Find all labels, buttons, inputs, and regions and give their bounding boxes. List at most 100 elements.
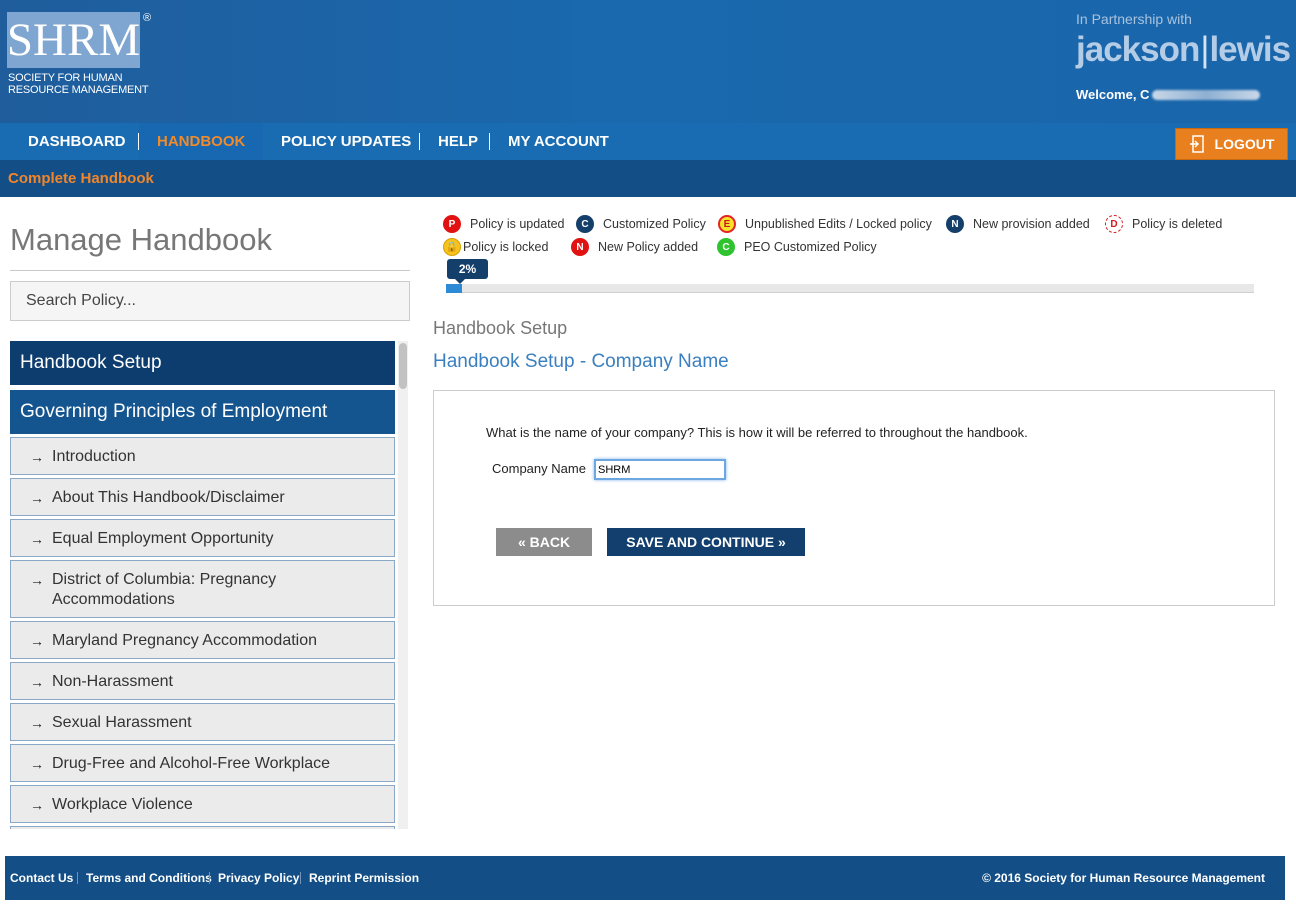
legend-label: PEO Customized Policy bbox=[744, 240, 877, 254]
legend-label: Unpublished Edits / Locked policy bbox=[745, 217, 932, 231]
subnav-complete-handbook[interactable]: Complete Handbook bbox=[8, 160, 154, 198]
arrow-right-icon: → bbox=[30, 797, 44, 813]
logo-subtitle-line-2: RESOURCE MANAGEMENT bbox=[8, 84, 149, 96]
nav-help[interactable]: HELP bbox=[438, 123, 478, 160]
logo-subtitle: SOCIETY FOR HUMAN RESOURCE MANAGEMENT bbox=[8, 72, 149, 96]
partner-logo-part-2: lewis bbox=[1209, 30, 1291, 69]
policy-item-about-handbook[interactable]: → About This Handbook/Disclaimer bbox=[10, 478, 395, 516]
policy-item-introduction[interactable]: → Introduction bbox=[10, 437, 395, 475]
footer-reprint[interactable]: Reprint Permission bbox=[309, 856, 419, 900]
redacted-username bbox=[1152, 89, 1261, 100]
lock-icon: 🔒 bbox=[443, 238, 461, 256]
search-policy-input[interactable] bbox=[10, 281, 410, 321]
partner-logo-divider: | bbox=[1200, 30, 1209, 69]
nav-separator bbox=[419, 133, 420, 150]
policy-item-label: About This Handbook/Disclaimer bbox=[52, 489, 285, 506]
policy-item-label: Maryland Pregnancy Accommodation bbox=[52, 632, 318, 649]
company-name-label: Company Name bbox=[492, 461, 586, 476]
logo-mark: SHRM bbox=[7, 12, 140, 68]
welcome-text: Welcome, C bbox=[1076, 87, 1150, 102]
arrow-right-icon: → bbox=[30, 715, 44, 731]
partnership-text: In Partnership with bbox=[1076, 11, 1192, 27]
policy-item-md-pregnancy[interactable]: → Maryland Pregnancy Accommodation bbox=[10, 621, 395, 659]
arrow-right-icon: → bbox=[30, 674, 44, 690]
policy-item-sexual-harassment[interactable]: → Sexual Harassment bbox=[10, 703, 395, 741]
logo-subtitle-line-1: SOCIETY FOR HUMAN bbox=[8, 72, 123, 84]
progress-bar bbox=[446, 284, 1254, 293]
legend-policy-locked: 🔒 Policy is locked bbox=[443, 237, 548, 257]
nav-my-account[interactable]: MY ACCOUNT bbox=[508, 123, 609, 160]
arrow-right-icon: → bbox=[30, 490, 44, 506]
policy-item-eeo[interactable]: → Equal Employment Opportunity bbox=[10, 519, 395, 557]
legend-label: Policy is deleted bbox=[1132, 217, 1223, 231]
policy-item-partial[interactable] bbox=[10, 826, 395, 829]
partner-logo: jackson|lewis bbox=[1076, 30, 1291, 70]
legend-peo-customized: C PEO Customized Policy bbox=[717, 237, 877, 257]
footer-separator bbox=[209, 872, 210, 884]
legend-label: Policy is locked bbox=[463, 240, 549, 254]
section-governing-principles[interactable]: Governing Principles of Employment bbox=[10, 390, 395, 434]
section-handbook-setup[interactable]: Handbook Setup bbox=[10, 341, 395, 385]
shrm-logo[interactable]: SHRM ® SOCIETY FOR HUMAN RESOURCE MANAGE… bbox=[7, 12, 157, 112]
legend-policy-deleted: D Policy is deleted bbox=[1105, 214, 1222, 234]
copyright-text: © 2016 Society for Human Resource Manage… bbox=[982, 871, 1265, 885]
breadcrumb: Handbook Setup bbox=[433, 318, 568, 338]
policy-list: Handbook Setup Governing Principles of E… bbox=[10, 341, 395, 829]
logout-label: LOGOUT bbox=[1214, 136, 1275, 152]
legend-label: Customized Policy bbox=[603, 217, 706, 231]
legend-label: New provision added bbox=[973, 217, 1090, 231]
welcome-message: Welcome, C bbox=[1076, 87, 1261, 102]
policy-item-label: Sexual Harassment bbox=[52, 714, 192, 731]
nav-dashboard[interactable]: DASHBOARD bbox=[28, 123, 126, 160]
app-root: SHRM ® SOCIETY FOR HUMAN RESOURCE MANAGE… bbox=[0, 0, 1296, 905]
main-nav: DASHBOARD HANDBOOK POLICY UPDATES HELP M… bbox=[0, 123, 1296, 160]
nav-policy-updates[interactable]: POLICY UPDATES bbox=[281, 123, 411, 160]
arrow-right-icon: → bbox=[30, 531, 44, 547]
new-policy-badge-icon: N bbox=[571, 238, 589, 256]
updated-badge-icon: P bbox=[443, 215, 461, 233]
arrow-right-icon: → bbox=[30, 756, 44, 772]
policy-item-workplace-violence[interactable]: → Workplace Violence bbox=[10, 785, 395, 823]
partner-logo-part-1: jackson bbox=[1076, 30, 1200, 69]
legend-new-provision: N New provision added bbox=[946, 214, 1090, 234]
logout-button[interactable]: LOGOUT bbox=[1175, 128, 1288, 160]
arrow-right-icon: → bbox=[30, 633, 44, 649]
customized-badge-icon: C bbox=[576, 215, 594, 233]
arrow-right-icon: → bbox=[30, 572, 44, 588]
legend-unpublished-edits: E Unpublished Edits / Locked policy bbox=[718, 214, 932, 234]
footer-separator bbox=[300, 872, 301, 884]
sidebar-scrollbar[interactable] bbox=[398, 341, 408, 829]
policy-item-label: District of Columbia: Pregnancy Accommod… bbox=[52, 571, 277, 608]
policy-item-drug-free[interactable]: → Drug-Free and Alcohol-Free Workplace bbox=[10, 744, 395, 782]
save-and-continue-button[interactable]: SAVE AND CONTINUE » bbox=[607, 528, 805, 556]
logo-registered-mark: ® bbox=[143, 12, 152, 24]
legend-customized-policy: C Customized Policy bbox=[576, 214, 706, 234]
site-header: SHRM ® SOCIETY FOR HUMAN RESOURCE MANAGE… bbox=[0, 0, 1296, 123]
footer-contact-us[interactable]: Contact Us bbox=[10, 856, 73, 900]
sidebar-scroll-thumb[interactable] bbox=[399, 343, 407, 389]
site-footer: Contact Us Terms and Conditions Privacy … bbox=[5, 856, 1285, 900]
peo-badge-icon: C bbox=[717, 238, 735, 256]
back-button[interactable]: « BACK bbox=[496, 528, 592, 556]
policy-item-label: Non-Harassment bbox=[52, 673, 173, 690]
footer-privacy[interactable]: Privacy Policy bbox=[218, 856, 299, 900]
legend-label: New Policy added bbox=[598, 240, 699, 254]
policy-item-label: Workplace Violence bbox=[52, 796, 193, 813]
nav-handbook[interactable]: HANDBOOK bbox=[139, 123, 263, 160]
nav-separator bbox=[489, 133, 490, 150]
arrow-right-icon: → bbox=[30, 449, 44, 465]
policy-item-non-harassment[interactable]: → Non-Harassment bbox=[10, 662, 395, 700]
policy-item-label: Introduction bbox=[52, 448, 136, 465]
sub-nav: Complete Handbook bbox=[0, 160, 1296, 197]
new-provision-badge-icon: N bbox=[946, 215, 964, 233]
footer-terms[interactable]: Terms and Conditions bbox=[86, 856, 212, 900]
sidebar-title: Manage Handbook bbox=[10, 222, 272, 257]
company-name-input[interactable] bbox=[594, 459, 726, 480]
deleted-badge-icon: D bbox=[1105, 215, 1123, 233]
legend-policy-updated: P Policy is updated bbox=[443, 214, 565, 234]
policy-item-dc-pregnancy[interactable]: → District of Columbia: Pregnancy Accomm… bbox=[10, 560, 395, 618]
question-text: What is the name of your company? This i… bbox=[486, 425, 1028, 440]
footer-separator bbox=[77, 872, 78, 884]
page-title: Handbook Setup - Company Name bbox=[433, 351, 729, 372]
legend-label: Policy is updated bbox=[470, 217, 565, 231]
